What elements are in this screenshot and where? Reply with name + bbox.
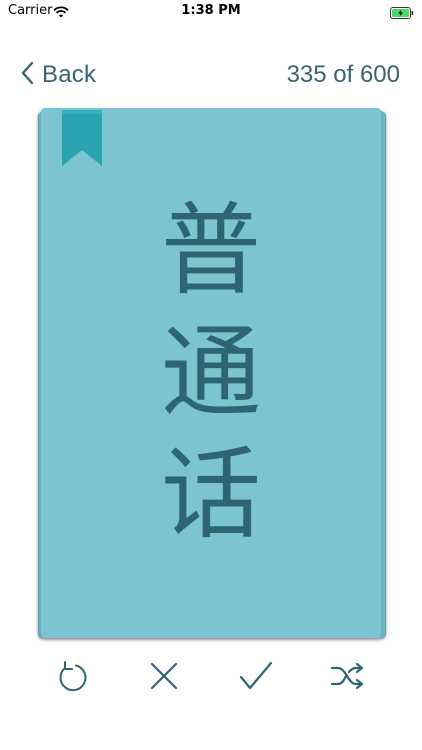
wrong-button[interactable]	[142, 656, 186, 700]
back-button[interactable]: Back	[20, 61, 96, 89]
card-character: 通	[161, 314, 261, 431]
action-toolbar	[0, 656, 422, 706]
bookmark-icon[interactable]	[62, 110, 102, 166]
nav-bar: Back 335 of 600	[0, 55, 422, 99]
undo-icon	[55, 658, 89, 698]
correct-button[interactable]	[234, 656, 278, 700]
card-counter: 335 of 600	[286, 61, 400, 88]
flashcard[interactable]: 普 通 话	[41, 108, 381, 638]
undo-button[interactable]	[50, 656, 94, 700]
card-term: 普 通 话	[41, 190, 381, 556]
back-label: Back	[42, 61, 97, 88]
status-time: 1:38 PM	[181, 3, 241, 18]
shuffle-icon	[330, 661, 366, 695]
status-bar: Carrier 1:38 PM	[0, 0, 422, 22]
chevron-left-icon	[20, 61, 34, 89]
card-character: 普	[161, 192, 261, 309]
battery-icon	[390, 4, 414, 19]
shuffle-button[interactable]	[326, 656, 370, 700]
close-icon	[149, 661, 179, 695]
checkmark-icon	[239, 661, 273, 695]
card-character: 话	[161, 436, 261, 553]
flashcard-stack: 普 通 话	[38, 108, 388, 640]
